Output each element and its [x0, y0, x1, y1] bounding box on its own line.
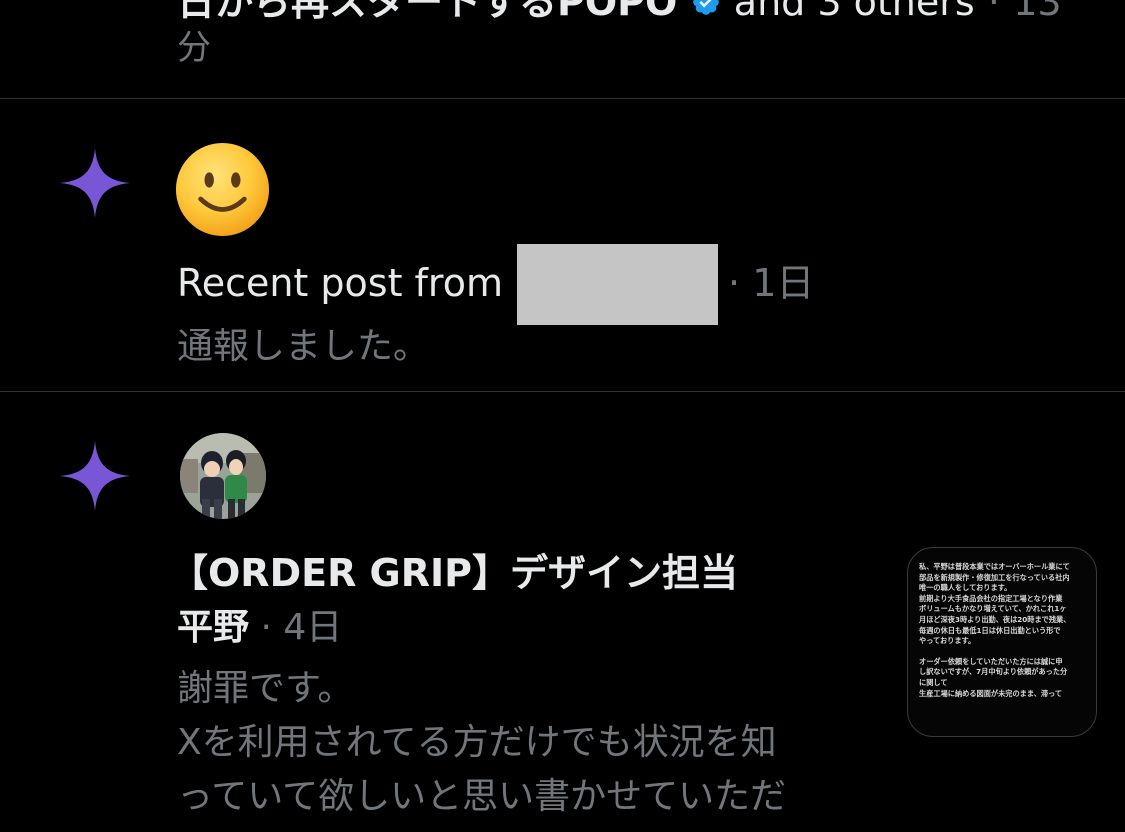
- thumbnail-text-line: 私、平野は普段本業ではオーバーホール業にて: [919, 562, 1070, 571]
- thumbnail-text-line: 唯一の職人をしております。: [919, 583, 1012, 593]
- recent-post-label: Recent post from: [177, 261, 503, 305]
- notification-title[interactable]: 日から再スタートするPOPO and 3 others · 13: [177, 0, 1062, 26]
- post-title[interactable]: 【ORDER GRIP】デザイン担当: [170, 547, 738, 599]
- thumbnail-text-line: 月ほど深夜3時より出勤、夜は20時まで残業、: [919, 614, 1071, 624]
- thumbnail-text-line: 毎週の休日も最低1日は休日出勤という形で: [919, 625, 1061, 635]
- thumbnail-text-line: 生産工場に納める図面が未完のまま、滞って: [919, 688, 1063, 698]
- thumbnail-text-line: ボリュームもかなり増えていて、かれこれ1ヶ: [919, 604, 1067, 614]
- thumbnail-text-line: 前期より大手食品会社の指定工場となり作業: [919, 593, 1063, 603]
- post-author[interactable]: 平野: [177, 607, 249, 648]
- recent-post-body[interactable]: 通報しました。: [177, 322, 429, 372]
- verified-badge-icon: [692, 0, 719, 15]
- notification-others: and 3 others: [733, 0, 975, 24]
- post-meta: 平野 · 4日: [177, 602, 342, 654]
- smiling-face-emoji-icon[interactable]: [175, 142, 270, 237]
- avatar[interactable]: [180, 433, 266, 519]
- notification-time: 13: [1013, 0, 1062, 24]
- thumbnail-text-line: オーダー依頼をしていただいた方には誠に申: [919, 656, 1063, 666]
- post-body-line: Xを利用されてる方だけでも状況を知: [177, 722, 777, 763]
- thumbnail-text-line: やっております。: [919, 636, 976, 646]
- divider: [0, 98, 1125, 99]
- thumbnail-text-line: 部品を新規製作・修復加工を行なっている社内: [919, 572, 1070, 582]
- divider: [0, 391, 1125, 392]
- time-value: 1日: [752, 261, 815, 305]
- thumbnail-gap: [919, 647, 1086, 657]
- thumbnail-text-line: に関して: [919, 677, 948, 687]
- sparkle-icon: [60, 441, 130, 511]
- avatar-illustration: [180, 433, 266, 519]
- separator-dot: ·: [260, 607, 272, 648]
- recent-post-time: · 1日: [728, 258, 814, 308]
- post-image-thumbnail[interactable]: 私、平野は普段本業ではオーバーホール業にて 部品を新規製作・修復加工を行なってい…: [907, 547, 1097, 737]
- redacted-account-name[interactable]: [517, 244, 718, 325]
- thumbnail-text-line: し訳ないですが、7月中旬より依頼があった分: [919, 667, 1068, 677]
- separator-dot: ·: [987, 0, 1000, 24]
- separator-dot: ·: [728, 261, 741, 305]
- notification-account-name: 日から再スタートするPOPO: [177, 0, 678, 24]
- post-time: 4日: [283, 607, 343, 648]
- sparkle-icon: [60, 148, 130, 218]
- post-body-line: 謝罪です。: [177, 668, 354, 709]
- post-body[interactable]: 謝罪です。 Xを利用されてる方だけでも状況を知 っていて欲しいと思い書かせていた…: [177, 662, 877, 824]
- post-body-line: っていて欲しいと思い書かせていただ: [177, 776, 787, 817]
- notification-time-unit: 分: [177, 28, 211, 68]
